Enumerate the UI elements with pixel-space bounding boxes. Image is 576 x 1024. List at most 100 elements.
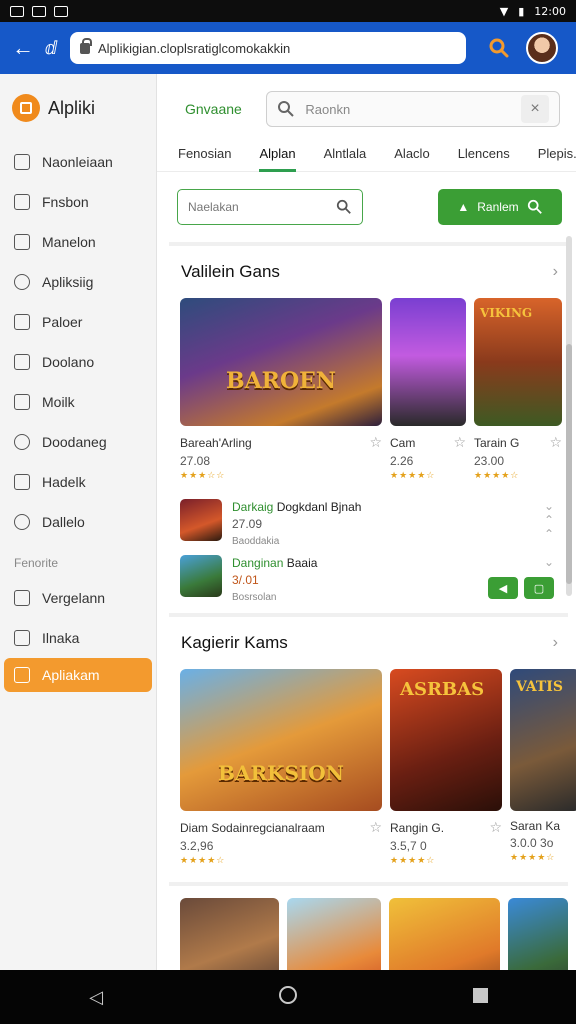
status-right: ▼ ▮ 12:00 (500, 5, 566, 18)
tab[interactable]: Fenosian (178, 140, 231, 172)
game-logo: BAROEN (226, 368, 336, 394)
tab[interactable]: Alntlala (324, 140, 367, 172)
edit-icon (14, 630, 30, 646)
rating-stars: ★★★★☆ (390, 855, 436, 865)
apps-icon (14, 667, 30, 683)
game-thumbnail: BARKSION (180, 669, 382, 811)
sidebar-item-label: Naonleiaan (42, 154, 113, 170)
list-item[interactable]: Danginan Baaia 3/.01 Bosrsolan ⌄ ◀ ▢ (169, 543, 568, 603)
sidebar-item[interactable]: Fnsbon (0, 182, 156, 222)
recents-icon[interactable] (460, 987, 500, 1008)
game-card[interactable]: ASRBAS Rangin G. ☆ 3.5,7 0 ★★★★☆ (390, 669, 502, 866)
scrollbar[interactable] (566, 236, 572, 596)
star-icon[interactable]: ☆ (453, 434, 466, 451)
chevron-right-icon[interactable]: › (553, 634, 558, 652)
install-button[interactable]: ▢ (524, 577, 554, 599)
list-item-title-green: Danginan (232, 556, 284, 570)
sidebar-item-label: Vergelann (42, 590, 106, 606)
chevron-icon[interactable]: ⌄ ⌃ ⌃ (544, 499, 554, 541)
section-title: Valilein Gans (181, 262, 280, 281)
game-thumbnail[interactable] (388, 898, 501, 970)
rating-stars: ★★★★☆ (390, 470, 436, 480)
edit-icon[interactable]: ⅆ (38, 38, 64, 59)
search-button[interactable]: ▲ Ranlem (438, 189, 562, 225)
back-icon[interactable]: ◁ (76, 987, 116, 1008)
brand[interactable]: Alpliki (0, 74, 156, 142)
tab[interactable]: Llencens (458, 140, 510, 172)
document-icon (14, 234, 30, 250)
sidebar-item[interactable]: Dallelo (0, 502, 156, 542)
sidebar-item-label: Moilk (42, 394, 75, 410)
sidebar-item[interactable]: Apliksiig (0, 262, 156, 302)
game-thumbnail: VIKING (474, 298, 562, 426)
star-icon[interactable]: ☆ (369, 819, 382, 836)
scrollbar-thumb[interactable] (566, 344, 572, 584)
game-card[interactable]: BARKSION Diam Sodainregcianalraam ☆ 3.2,9… (180, 669, 382, 866)
game-name: Cam (390, 435, 416, 450)
game-card[interactable]: VIKING Tarain G ☆ 23.00 ★★★★☆ (474, 298, 562, 481)
sidebar-section-label: Fenorite (14, 556, 59, 570)
tab[interactable]: Alaclo (394, 140, 429, 172)
tab[interactable]: Plepis... (538, 140, 576, 172)
search-icon (527, 199, 542, 214)
search-input[interactable]: Raonkn × (266, 91, 560, 127)
game-thumbnail[interactable] (287, 898, 381, 970)
game-price: 2.26 (390, 454, 414, 468)
sidebar-item[interactable]: Hadelk (0, 462, 156, 502)
game-card[interactable]: BAROEN Bareah'Arling ☆ 27.08 ★★★☆☆ (180, 298, 382, 481)
sidebar-item-active[interactable]: Apliakam (4, 658, 152, 692)
rating-stars: ★★★★☆ (180, 855, 226, 865)
list-item-title-rest: Dogkdanl Bjnah (276, 500, 362, 514)
card-row: BAROEN Bareah'Arling ☆ 27.08 ★★★☆☆ Cam ☆ 2… (169, 298, 568, 481)
list-item[interactable]: Darkaig Dogkdanl Bjnah 27.09 Baoddakia ⌄… (169, 487, 568, 547)
sidebar-item[interactable]: Paloer (0, 302, 156, 342)
search-icon (278, 101, 295, 117)
game-card[interactable]: VATIS Saran Ka 3.0.0 3o ★★★★☆ (510, 669, 576, 866)
person-icon: ▲ (457, 200, 470, 214)
search-icon[interactable] (486, 35, 512, 61)
game-price: 3.2,96 (180, 839, 214, 853)
notification-icon (10, 5, 24, 17)
sidebar-item[interactable]: Ilnaka (0, 618, 156, 658)
sidebar-item[interactable]: Naonleiaan (0, 142, 156, 182)
star-icon[interactable]: ☆ (489, 819, 502, 836)
sidebar-item[interactable]: Moilk (0, 382, 156, 422)
list-item-price: 3/.01 (232, 573, 259, 587)
section-header[interactable]: Kagierir Kams › (169, 617, 568, 669)
filter-input[interactable]: Naelakan (177, 189, 363, 225)
game-name: Rangin G. (390, 820, 445, 835)
chevron-down-icon[interactable]: ⌄ (544, 555, 554, 569)
sidebar: Alpliki Naonleiaan Fnsbon Manelon Apliks… (0, 74, 157, 970)
sidebar-item[interactable]: Doolano (0, 342, 156, 382)
share-button[interactable]: ◀ (488, 577, 518, 599)
star-icon[interactable]: ☆ (549, 434, 562, 451)
sidebar-item-label: Doodaneg (42, 434, 107, 450)
sidebar-item[interactable]: Vergelann (0, 578, 156, 618)
section-header[interactable]: Valilein Gans › (169, 246, 568, 298)
game-card[interactable]: Cam ☆ 2.26 ★★★★☆ (390, 298, 466, 481)
status-left-icons (10, 5, 68, 17)
home-icon[interactable] (268, 985, 308, 1009)
game-thumbnail[interactable] (508, 898, 568, 970)
clear-button[interactable]: × (521, 95, 549, 123)
section-featured: Valilein Gans › BAROEN Bareah'Arling ☆ 27… (169, 242, 568, 603)
chevron-right-icon[interactable]: › (553, 263, 558, 281)
list-item-title: Darkaig Dogkdanl Bjnah (232, 499, 361, 516)
sidebar-item-label: Apliksiig (42, 274, 94, 290)
game-logo: ASRBAS (400, 679, 485, 700)
sidebar-item[interactable]: Doodaneg (0, 422, 156, 462)
url-bar[interactable]: Alplikigian.cloplsratiglcomokakkin (70, 32, 466, 64)
avatar[interactable] (526, 32, 558, 64)
tab-active[interactable]: Alplan (259, 140, 296, 172)
status-time: 12:00 (534, 4, 566, 18)
back-arrow-icon[interactable]: ← (8, 35, 38, 61)
lock-icon (80, 37, 92, 54)
game-thumbnail (180, 555, 222, 597)
brand-name: Alpliki (48, 97, 96, 118)
section-title: Kagierir Kams (181, 633, 288, 652)
mail-icon (14, 394, 30, 410)
game-thumbnail[interactable] (180, 898, 280, 970)
sidebar-item[interactable]: Manelon (0, 222, 156, 262)
star-icon[interactable]: ☆ (369, 434, 382, 451)
card-row (169, 882, 568, 970)
